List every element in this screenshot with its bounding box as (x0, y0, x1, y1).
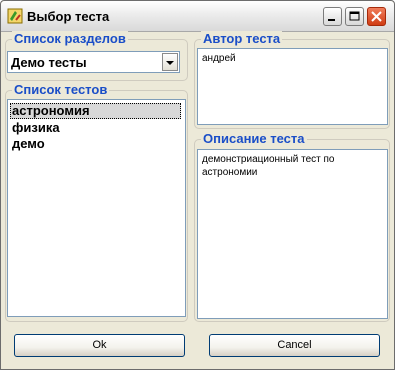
minimize-icon (328, 19, 335, 21)
ok-button[interactable]: Ok (14, 334, 185, 357)
window-title: Выбор теста (27, 9, 110, 24)
description-group-label: Описание теста (201, 131, 307, 146)
chevron-down-icon (166, 61, 174, 65)
list-item-physics[interactable]: физика (10, 120, 60, 136)
tests-list[interactable]: астрономия физика демо (7, 99, 186, 317)
list-item-astronomy[interactable]: астрономия (10, 103, 181, 119)
sections-dropdown-value: Демо тесты (11, 55, 87, 70)
author-group-label: Автор теста (201, 31, 283, 46)
sections-dropdown[interactable]: Демо тесты (7, 51, 180, 73)
cancel-button[interactable]: Cancel (209, 334, 380, 357)
list-item-demo[interactable]: демо (10, 136, 45, 152)
description-field[interactable]: демонстриационный тест по астрономии (197, 149, 388, 319)
test-app-icon (7, 8, 23, 24)
tests-group-label: Список тестов (12, 82, 110, 97)
title-bar[interactable]: Выбор теста (1, 1, 394, 32)
minimize-button[interactable] (323, 7, 342, 26)
maximize-button[interactable] (345, 7, 364, 26)
close-icon (371, 11, 382, 22)
maximize-icon (349, 11, 360, 21)
author-field[interactable]: андрей (197, 48, 388, 125)
sections-group-label: Список разделов (12, 31, 128, 46)
close-button[interactable] (367, 7, 386, 26)
dropdown-arrow-button[interactable] (162, 53, 178, 71)
dialog-window: Выбор теста Список разделов Демо тесты С… (0, 0, 395, 370)
